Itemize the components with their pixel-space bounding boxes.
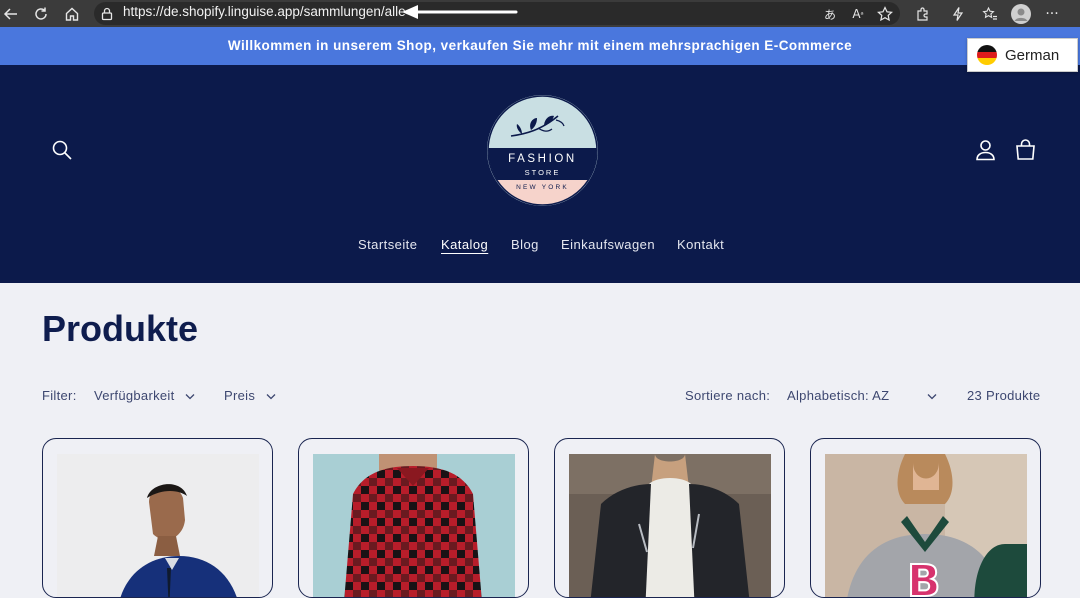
favorites-list-icon[interactable] (979, 3, 1001, 25)
browser-toolbar: https://de.shopify.linguise.app/sammlung… (0, 0, 1080, 27)
chevron-down-icon (927, 394, 937, 400)
nav-item-katalog[interactable]: Katalog (441, 237, 488, 252)
announcement-bar: Willkommen in unserem Shop, verkaufen Si… (0, 27, 1080, 65)
nav-item-blog[interactable]: Blog (511, 237, 539, 252)
chevron-down-icon (266, 394, 276, 400)
favorite-star-icon[interactable] (874, 3, 896, 25)
performance-icon[interactable] (947, 3, 969, 25)
url-text[interactable]: https://de.shopify.linguise.app/sammlung… (123, 4, 406, 19)
sort-label: Sortiere nach: (685, 388, 771, 403)
filter-availability-dropdown[interactable]: Verfügbarkeit (94, 388, 195, 403)
product-card[interactable] (298, 438, 529, 598)
logo-line-1: FASHION (508, 153, 577, 165)
annotation-arrow (402, 5, 518, 19)
search-icon[interactable] (51, 139, 73, 166)
svg-text:B: B (907, 556, 941, 598)
product-card[interactable] (42, 438, 273, 598)
filter-label: Filter: (42, 388, 77, 403)
read-aloud-icon[interactable]: あ (819, 3, 841, 25)
cart-icon[interactable] (1015, 139, 1036, 166)
nav-item-kontakt[interactable]: Kontakt (677, 237, 724, 252)
language-switcher[interactable]: German (967, 38, 1078, 72)
product-card[interactable]: B (810, 438, 1041, 598)
profile-avatar-icon[interactable] (1010, 3, 1032, 25)
filter-price-label: Preis (224, 388, 256, 403)
product-image (57, 454, 259, 597)
more-icon[interactable]: ··· (1041, 3, 1063, 25)
home-icon[interactable] (61, 3, 83, 25)
main-navigation: Startseite Katalog Blog Einkaufswagen Ko… (0, 237, 1080, 257)
translate-icon[interactable]: Aᵃ (847, 3, 869, 25)
nav-item-einkaufswagen[interactable]: Einkaufswagen (561, 237, 655, 252)
lock-icon[interactable] (96, 3, 118, 25)
language-label: German (1005, 47, 1060, 64)
chevron-down-icon (185, 394, 195, 400)
filter-price-dropdown[interactable]: Preis (224, 388, 276, 403)
product-image: B (825, 454, 1027, 598)
site-header: FASHION STORE NEW YORK Startseite Katalo… (0, 65, 1080, 283)
account-icon[interactable] (975, 139, 996, 166)
product-card[interactable] (554, 438, 785, 598)
reload-icon[interactable] (30, 3, 52, 25)
product-image (569, 454, 771, 597)
logo-line-2: STORE (524, 168, 561, 177)
sort-select-value: Alphabetisch: AZ (787, 388, 890, 403)
german-flag-icon (977, 45, 997, 65)
product-count: 23 Produkte (967, 388, 1041, 403)
back-icon[interactable] (0, 3, 22, 25)
filter-availability-label: Verfügbarkeit (94, 388, 175, 403)
extensions-icon[interactable] (912, 3, 934, 25)
product-image (313, 454, 515, 597)
logo-line-3: NEW YORK (516, 184, 569, 191)
announcement-text: Willkommen in unserem Shop, verkaufen Si… (227, 38, 853, 53)
nav-item-startseite[interactable]: Startseite (358, 237, 417, 252)
sort-select[interactable]: Alphabetisch: AZ (787, 388, 889, 403)
store-logo[interactable]: FASHION STORE NEW YORK (486, 94, 599, 207)
page-title: Produkte (42, 308, 199, 349)
